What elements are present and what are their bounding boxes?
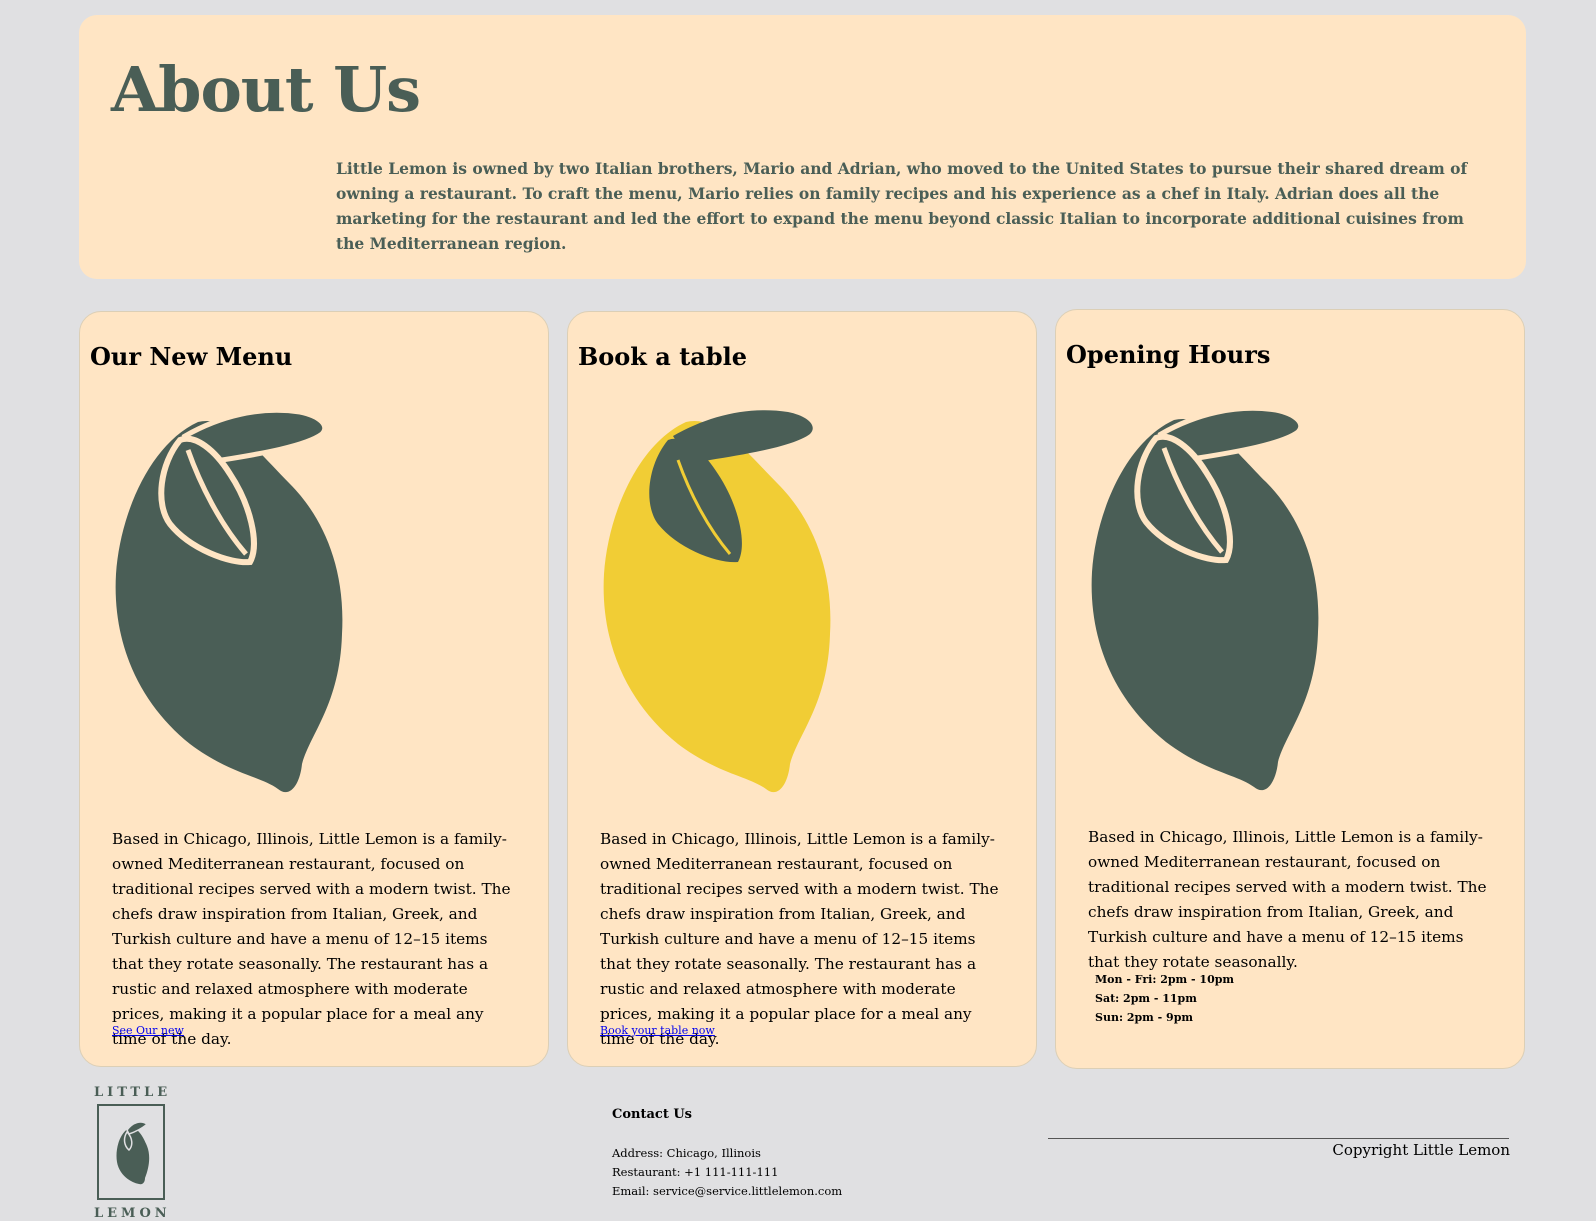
about-text: Little Lemon is owned by two Italian bro… [336, 159, 1468, 253]
lemon-yellow-image [603, 410, 831, 793]
card-body: Based in Chicago, Illinois, Little Lemon… [1088, 828, 1487, 971]
copyright-text: Copyright Little Lemon [1332, 1141, 1510, 1159]
card-new-menu: Our New Menu Based in Chicago, Illinois,… [79, 311, 549, 1067]
see-menu-link[interactable]: See Our new [112, 1024, 184, 1037]
logo-bottom-word: LEMON [94, 1206, 171, 1221]
lemon-dark-image [1091, 405, 1319, 791]
footer-divider [1048, 1138, 1509, 1139]
contact-email: Email: service@service.littlelemon.com [612, 1184, 843, 1198]
card-book-table: Book a table Based in Chicago, Illinois,… [567, 311, 1037, 1067]
contact-address: Address: Chicago, Illinois [612, 1146, 761, 1160]
contact-title: Contact Us [612, 1107, 692, 1122]
card-title: Book a table [578, 342, 747, 371]
card-title: Opening Hours [1066, 340, 1271, 369]
logo-top-word: LITTLE [94, 1085, 172, 1100]
opening-hours-list: Mon - Fri: 2pm - 10pm Sat: 2pm - 11pm Su… [1095, 970, 1234, 1027]
lemon-dark-image [115, 407, 343, 793]
logo-frame [97, 1104, 165, 1200]
card-body: Based in Chicago, Illinois, Little Lemon… [112, 830, 511, 1048]
book-table-link[interactable]: Book your table now [600, 1024, 715, 1037]
footer-logo[interactable]: LITTLE LEMON [94, 1085, 172, 1221]
hours-weekdays: Mon - Fri: 2pm - 10pm [1095, 973, 1235, 986]
logo-lemon-icon [116, 1121, 150, 1185]
contact-section: Contact Us Address: Chicago, Illinois Re… [612, 1105, 842, 1201]
about-section: About Us Little Lemon is owned by two It… [79, 15, 1526, 279]
card-title: Our New Menu [90, 342, 293, 371]
card-body: Based in Chicago, Illinois, Little Lemon… [600, 830, 999, 1048]
contact-phone: Restaurant: +1 111-111-111 [612, 1165, 779, 1179]
hours-sunday: Sun: 2pm - 9pm [1095, 1011, 1194, 1024]
hours-saturday: Sat: 2pm - 11pm [1095, 992, 1197, 1005]
about-title: About Us [111, 53, 421, 126]
card-opening-hours: Opening Hours Based in Chicago, Illinois… [1055, 309, 1525, 1069]
